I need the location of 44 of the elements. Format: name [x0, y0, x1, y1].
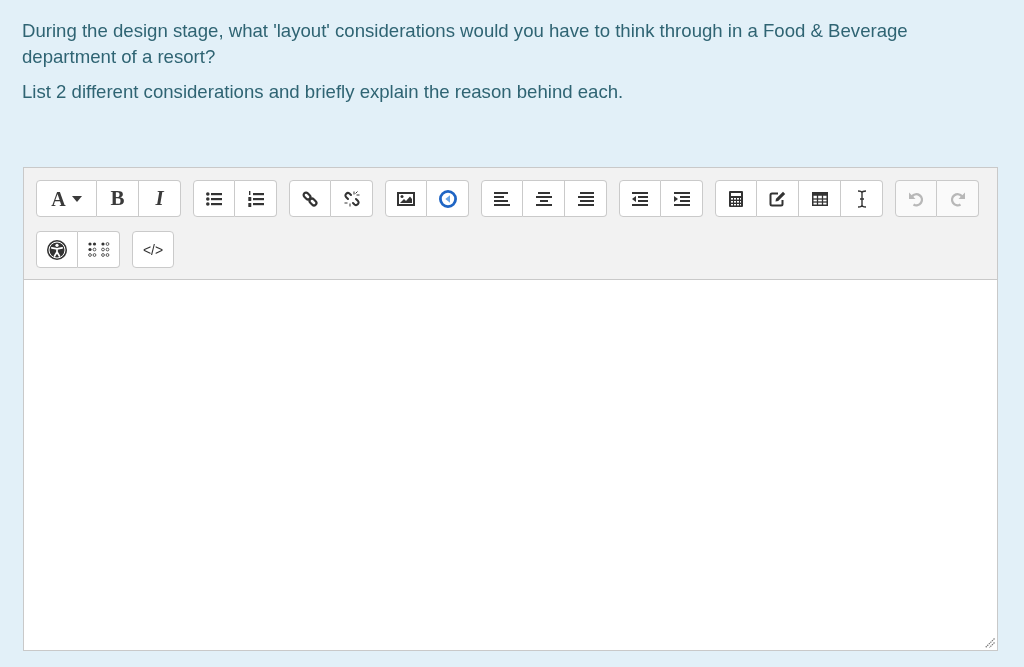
unlink-button[interactable]	[331, 180, 373, 217]
indent-icon	[673, 191, 690, 206]
bulleted-list-button[interactable]	[193, 180, 235, 217]
broken-link-icon	[343, 190, 360, 207]
numbered-list-button[interactable]	[235, 180, 277, 217]
link-button[interactable]	[289, 180, 331, 217]
align-left-icon	[494, 191, 510, 206]
screen-reader-helper-button[interactable]	[78, 231, 120, 268]
link-icon	[302, 190, 318, 207]
indent-button[interactable]	[661, 180, 703, 217]
equation-button[interactable]	[715, 180, 757, 217]
calculator-icon	[729, 190, 743, 207]
image-button[interactable]	[385, 180, 427, 217]
clear-formatting-button[interactable]	[841, 180, 883, 217]
align-right-button[interactable]	[565, 180, 607, 217]
question-text: During the design stage, what 'layout' considerations would you have to think through in a Food & Beverage department of a resort?	[22, 19, 909, 69]
align-center-button[interactable]	[523, 180, 565, 217]
align-center-icon	[535, 191, 552, 206]
html-source-button[interactable]: </>	[132, 231, 174, 268]
braille-icon	[87, 242, 110, 257]
circle-play-icon	[438, 189, 457, 208]
redo-icon	[949, 190, 966, 207]
align-left-button[interactable]	[481, 180, 523, 217]
question-text: List 2 different considerations and briefly explain the reason behind each.	[22, 80, 625, 104]
font-style-button[interactable]: A	[36, 180, 97, 217]
outdent-button[interactable]	[619, 180, 661, 217]
bulleted-list-icon	[206, 191, 222, 206]
italic-button[interactable]: I	[139, 180, 181, 217]
bold-button[interactable]: B	[97, 180, 139, 217]
caret-icon	[71, 195, 82, 202]
table-button[interactable]	[799, 180, 841, 217]
numbered-list-icon	[247, 190, 264, 207]
accessibility-checker-button[interactable]	[36, 231, 78, 268]
text-cursor-icon	[856, 189, 867, 208]
media-button[interactable]	[427, 180, 469, 217]
image-icon	[397, 191, 415, 206]
accessibility-icon	[47, 239, 67, 260]
table-icon	[811, 191, 828, 206]
pencil-square-icon	[769, 190, 786, 207]
align-right-icon	[577, 191, 594, 206]
resize-handle-icon	[985, 638, 995, 648]
special-character-button[interactable]	[757, 180, 799, 217]
undo-icon	[908, 190, 924, 207]
outdent-icon	[632, 191, 648, 206]
